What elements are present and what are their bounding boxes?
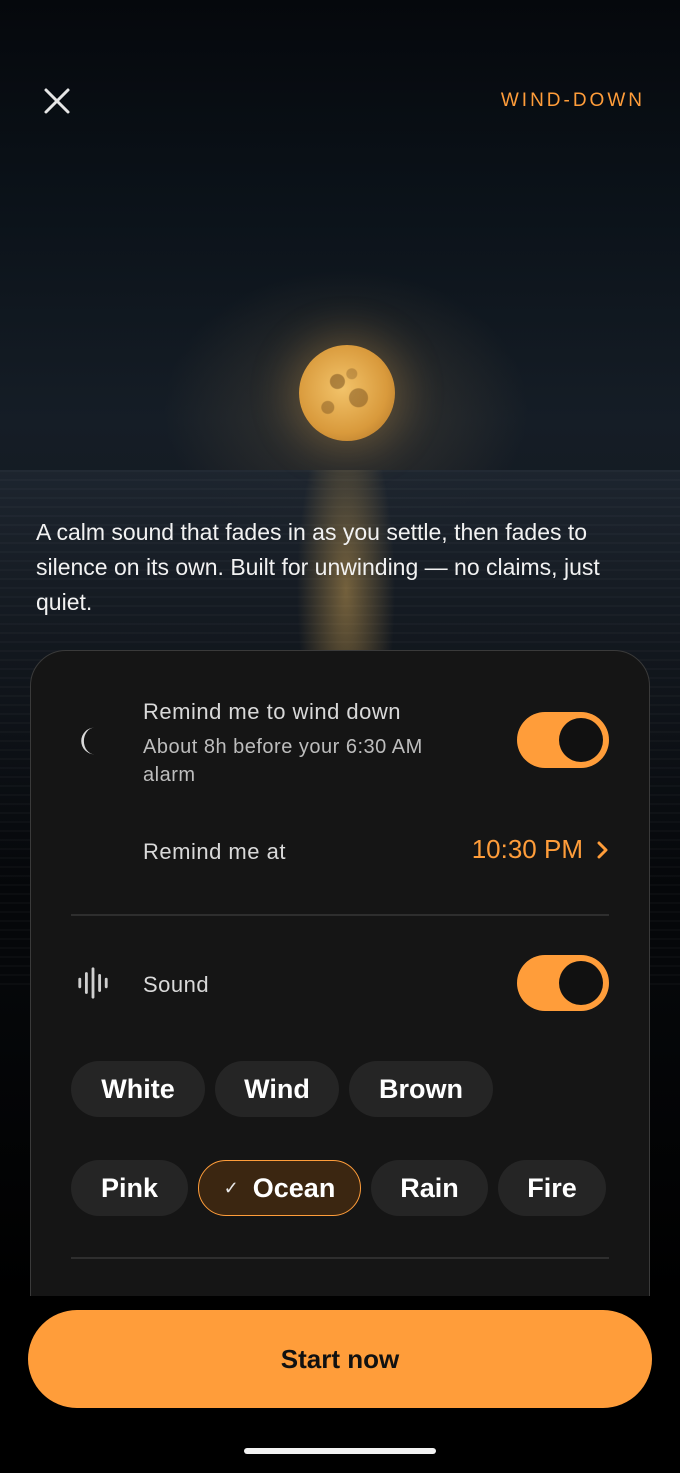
sound-option-rain[interactable]: Rain bbox=[371, 1160, 488, 1216]
sound-option-white[interactable]: White bbox=[71, 1061, 205, 1117]
sound-option-pink[interactable]: Pink bbox=[71, 1160, 188, 1216]
reminder-time-picker[interactable]: 10:30 PM bbox=[472, 834, 609, 865]
chevron-right-icon bbox=[597, 841, 608, 858]
reminder-title: Remind me to wind down bbox=[143, 699, 402, 724]
sound-option-ocean-label: Ocean bbox=[252, 1172, 336, 1203]
reminder-subtitle-line1: About 8h before your 6:30 AM bbox=[143, 736, 423, 758]
sound-toggle[interactable] bbox=[517, 955, 609, 1011]
reminder-toggle[interactable] bbox=[517, 712, 609, 768]
check-icon: ✓ bbox=[223, 1177, 239, 1198]
start-now-button[interactable]: Start now bbox=[28, 1310, 652, 1408]
sound-option-wind[interactable]: Wind bbox=[215, 1061, 339, 1117]
sound-title: Sound bbox=[143, 972, 210, 997]
moon-icon bbox=[73, 723, 109, 759]
sound-option-fire[interactable]: Fire bbox=[498, 1160, 606, 1216]
brand-title: WIND-DOWN bbox=[500, 90, 645, 111]
close-button[interactable] bbox=[40, 84, 74, 118]
toggle-knob bbox=[559, 961, 603, 1005]
divider bbox=[71, 1257, 609, 1259]
hero-description: A calm sound that fades in as you settle… bbox=[36, 519, 600, 615]
sound-option-brown[interactable]: Brown bbox=[349, 1061, 493, 1117]
moon-image bbox=[299, 345, 395, 441]
settings-card: Remind me to wind down About 8h before y… bbox=[30, 650, 650, 1350]
close-icon bbox=[44, 88, 70, 114]
sound-option-ocean[interactable]: ✓ Ocean bbox=[198, 1160, 361, 1216]
reminder-time-value: 10:30 PM bbox=[471, 834, 583, 864]
remind-at-label: Remind me at bbox=[143, 839, 286, 864]
home-indicator bbox=[244, 1448, 436, 1454]
divider bbox=[71, 914, 609, 916]
toggle-knob bbox=[559, 718, 603, 762]
waveform-icon bbox=[75, 965, 111, 1001]
reminder-subtitle-line2: alarm bbox=[143, 764, 196, 786]
